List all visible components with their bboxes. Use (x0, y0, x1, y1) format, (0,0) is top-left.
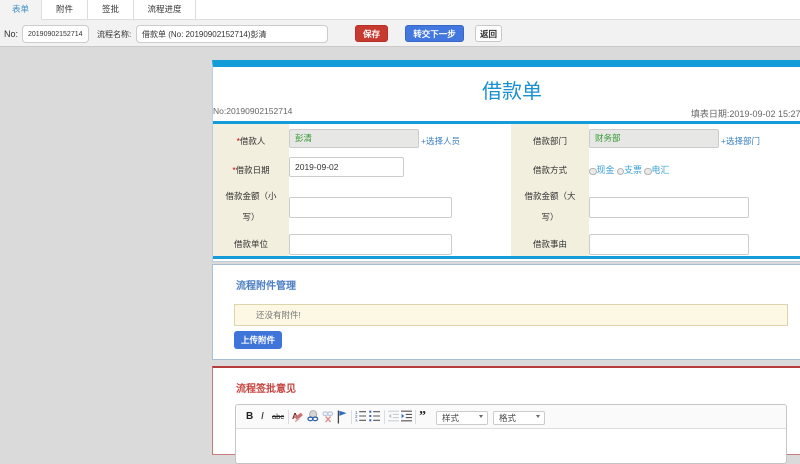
svg-text:3: 3 (355, 418, 358, 422)
